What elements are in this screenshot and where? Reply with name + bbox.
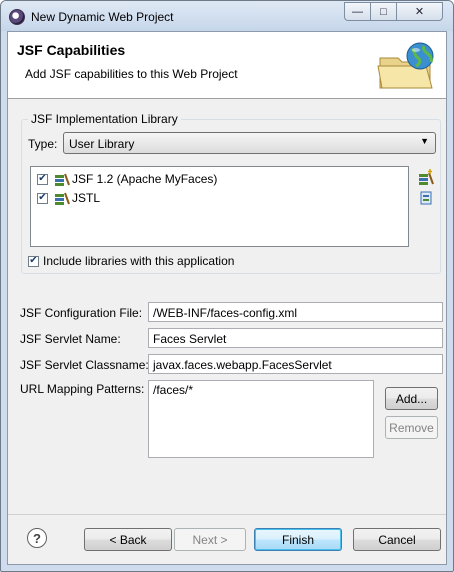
close-icon: ✕ [414, 6, 425, 18]
library-checkbox[interactable]: ✔ [37, 192, 48, 204]
type-select[interactable]: User Library ▼ [63, 132, 436, 154]
folder-globe-icon [377, 42, 434, 89]
next-button[interactable]: Next > [174, 528, 246, 551]
servlet-name-label: JSF Servlet Name: [20, 332, 121, 346]
chevron-down-icon: ▼ [420, 136, 429, 146]
include-libraries-checkbox[interactable]: ✔ [28, 255, 39, 267]
dialog-window: New Dynamic Web Project — □ ✕ JSF Capabi… [0, 0, 454, 572]
url-mapping-list[interactable]: /faces/* [148, 380, 374, 458]
include-libraries-label: Include libraries with this application [43, 254, 235, 268]
config-file-label: JSF Configuration File: [20, 306, 143, 320]
maximize-button[interactable]: □ [370, 2, 397, 21]
page-title: JSF Capabilities [17, 42, 126, 58]
type-select-value: User Library [69, 137, 135, 151]
list-item[interactable]: /faces/* [153, 383, 369, 397]
page-description: Add JSF capabilities to this Web Project [25, 67, 238, 81]
footer-divider [8, 514, 446, 515]
add-pattern-button[interactable]: Add... [385, 387, 438, 410]
library-label: JSTL [72, 191, 101, 205]
remove-pattern-button[interactable]: Remove [385, 416, 438, 439]
manage-libraries-icon[interactable] [418, 190, 434, 206]
servlet-classname-field[interactable]: javax.faces.webapp.FacesServlet [148, 354, 443, 374]
eclipse-icon [9, 9, 25, 25]
type-label: Type: [28, 137, 58, 151]
library-icon [55, 192, 70, 205]
window-title: New Dynamic Web Project [31, 10, 174, 24]
library-label: JSF 1.2 (Apache MyFaces) [72, 172, 218, 186]
cancel-button[interactable]: Cancel [353, 528, 441, 551]
minimize-icon: — [352, 5, 363, 18]
servlet-name-field[interactable]: Faces Servlet [148, 328, 443, 348]
list-item[interactable]: ✔ JSF 1.2 (Apache MyFaces) [37, 171, 217, 187]
implementation-group-label: JSF Implementation Library [28, 112, 181, 126]
maximize-icon: □ [380, 5, 387, 18]
list-item[interactable]: ✔ JSTL [37, 190, 100, 206]
add-library-icon[interactable] [418, 169, 434, 185]
close-button[interactable]: ✕ [396, 2, 443, 21]
library-list[interactable]: ✔ JSF 1.2 (Apache MyFaces) ✔ JSTL [30, 166, 409, 247]
dialog-content: JSF Capabilities Add JSF capabilities to… [7, 31, 447, 565]
include-libraries-option[interactable]: ✔ Include libraries with this applicatio… [28, 253, 234, 269]
back-button[interactable]: < Back [84, 528, 172, 551]
servlet-classname-label: JSF Servlet Classname: [20, 358, 149, 372]
library-icon [55, 173, 70, 186]
config-file-field[interactable]: /WEB-INF/faces-config.xml [148, 302, 443, 322]
help-icon[interactable]: ? [27, 528, 47, 548]
minimize-button[interactable]: — [344, 2, 371, 21]
title-bar[interactable]: New Dynamic Web Project — □ ✕ [1, 1, 453, 31]
library-checkbox[interactable]: ✔ [37, 173, 48, 185]
url-mapping-label: URL Mapping Patterns: [20, 382, 145, 396]
wizard-header: JSF Capabilities Add JSF capabilities to… [8, 32, 446, 99]
finish-button[interactable]: Finish [254, 528, 342, 551]
